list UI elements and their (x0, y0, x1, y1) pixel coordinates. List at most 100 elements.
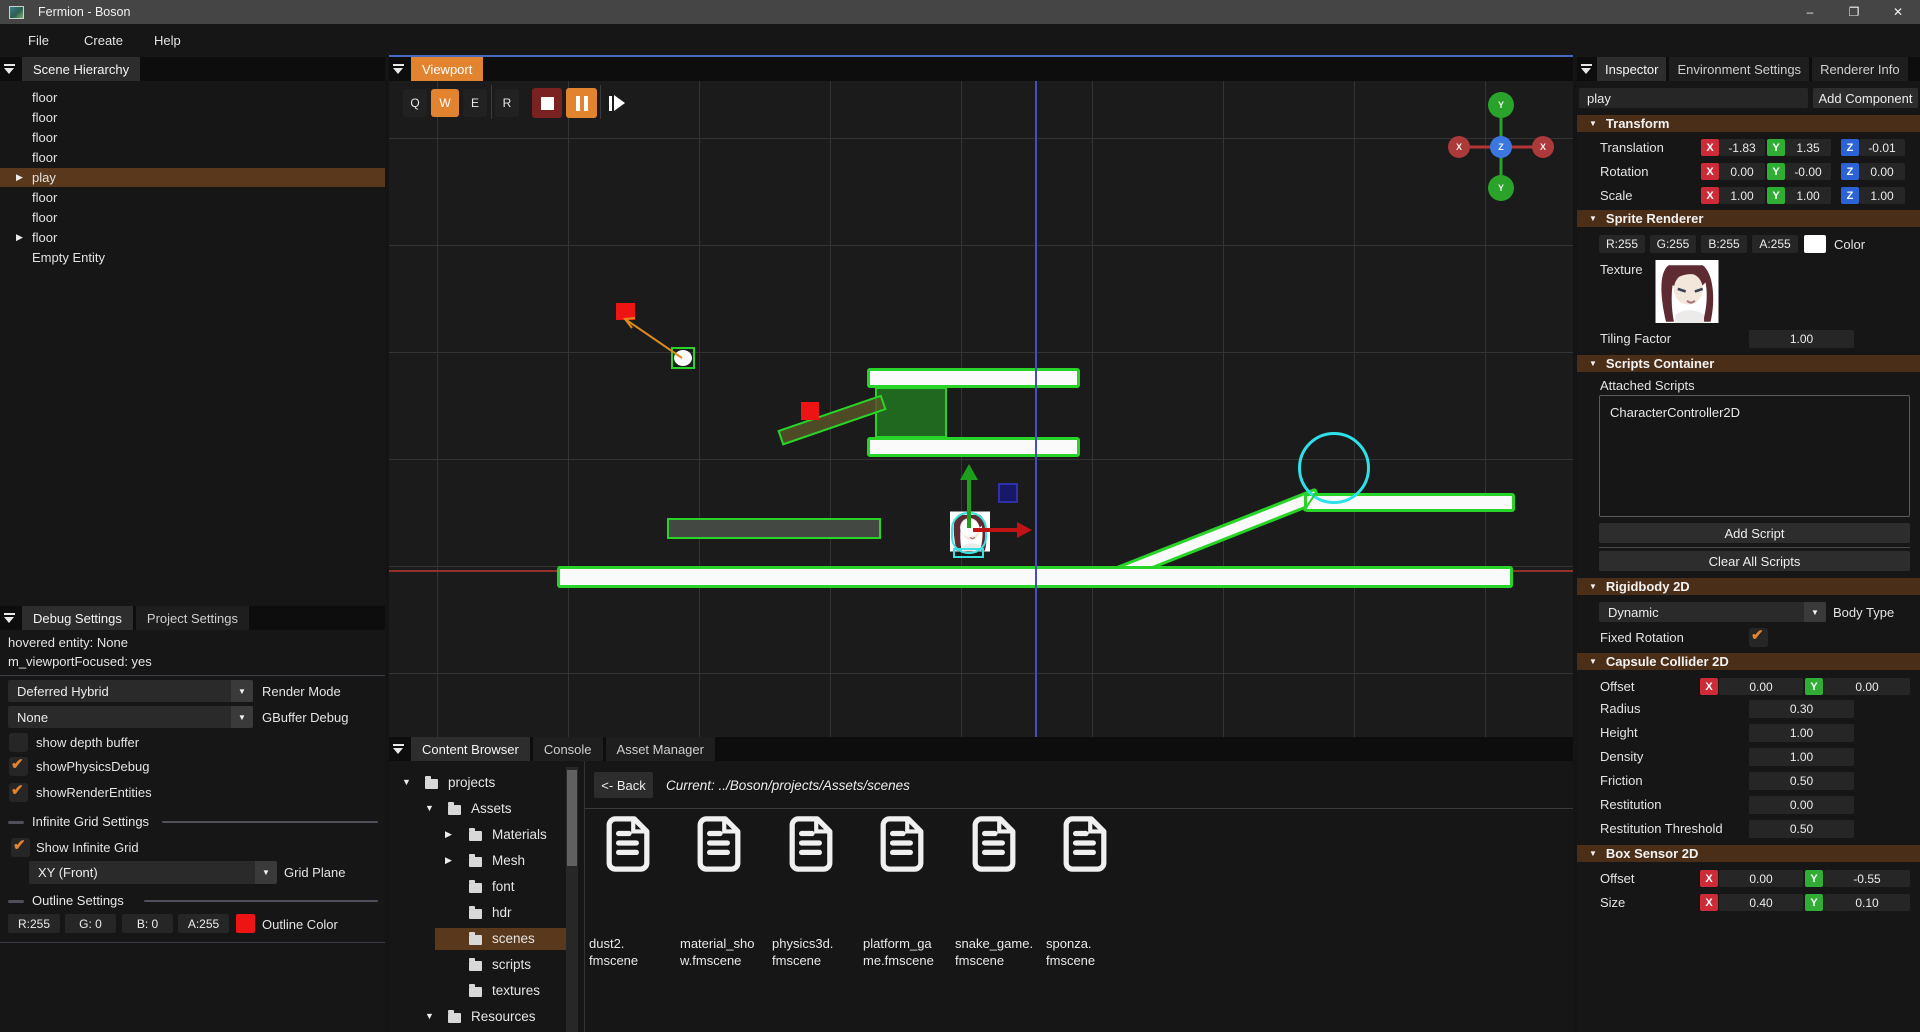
file-item[interactable]: snake_game.fmscene (954, 815, 1044, 878)
gizmo-y-positive[interactable]: Y (1488, 92, 1514, 118)
file-item[interactable]: dust2.fmscene (588, 815, 678, 878)
panel-collapse-icon[interactable] (389, 737, 407, 761)
capsule-collider-header[interactable]: ▼ Capsule Collider 2D (1577, 653, 1920, 670)
height-field[interactable]: 1.00 (1749, 724, 1854, 742)
tree-expanded-icon[interactable]: ▼ (425, 803, 434, 813)
panel-collapse-icon[interactable] (1577, 57, 1595, 81)
expand-arrow-icon[interactable]: ▶ (16, 232, 23, 243)
color-a-field[interactable]: A:255 (1752, 235, 1798, 253)
hierarchy-item[interactable]: floor (0, 188, 385, 207)
sensor-size-x-field[interactable]: 0.40 (1719, 894, 1803, 911)
menu-help[interactable]: Help (148, 24, 187, 57)
tab-renderer-info[interactable]: Renderer Info (1812, 57, 1908, 81)
file-item[interactable]: physics3d.fmscene (771, 815, 861, 878)
file-item[interactable]: sponza.fmscene (1045, 815, 1135, 878)
viewport-canvas[interactable]: Q W E R (389, 81, 1573, 737)
tree-collapsed-icon[interactable]: ▶ (445, 855, 452, 866)
tab-content-browser[interactable]: Content Browser (411, 737, 530, 761)
outline-g-field[interactable]: G: 0 (65, 914, 116, 933)
pause-button[interactable] (566, 88, 597, 118)
restitution-field[interactable]: 0.00 (1749, 796, 1854, 814)
capsule-offset-x-field[interactable]: 0.00 (1719, 678, 1803, 695)
stop-button[interactable] (532, 88, 562, 118)
entity-name-input[interactable]: play (1579, 88, 1808, 108)
box-sensor-header[interactable]: ▼ Box Sensor 2D (1577, 845, 1920, 862)
show-render-entities-checkbox[interactable]: ✔ (9, 783, 28, 802)
tree-collapsed-icon[interactable]: ▶ (445, 829, 452, 840)
step-button[interactable] (603, 88, 631, 118)
tab-environment-settings[interactable]: Environment Settings (1669, 57, 1809, 81)
grid-plane-dropdown[interactable]: XY (Front) ▼ (29, 861, 277, 884)
tool-r-button[interactable]: R (495, 89, 519, 117)
friction-field[interactable]: 0.50 (1749, 772, 1854, 790)
expand-arrow-icon[interactable]: ▶ (16, 172, 23, 183)
translation-x-field[interactable]: -1.83 (1719, 139, 1765, 156)
file-item[interactable]: material_show.fmscene (679, 815, 769, 878)
tree-expanded-icon[interactable]: ▼ (402, 777, 411, 787)
clear-all-scripts-button[interactable]: Clear All Scripts (1599, 551, 1910, 571)
hierarchy-item[interactable]: floor (0, 108, 385, 127)
menu-create[interactable]: Create (78, 24, 129, 57)
add-script-button[interactable]: Add Script (1599, 523, 1910, 543)
close-button[interactable]: ✕ (1876, 0, 1920, 24)
panel-collapse-icon[interactable] (0, 606, 18, 630)
rotation-y-field[interactable]: -0.00 (1785, 163, 1831, 180)
hierarchy-item[interactable]: floor (0, 208, 385, 227)
gizmo-x-negative[interactable]: X (1448, 136, 1470, 158)
body-type-dropdown[interactable]: Dynamic ▼ (1599, 602, 1826, 622)
tool-w-button-active[interactable]: W (431, 89, 459, 117)
tab-debug-settings[interactable]: Debug Settings (22, 606, 133, 630)
tiling-factor-field[interactable]: 1.00 (1749, 330, 1854, 348)
color-r-field[interactable]: R:255 (1599, 235, 1645, 253)
outline-b-field[interactable]: B: 0 (122, 914, 173, 933)
gizmo-y-negative[interactable]: Y (1488, 175, 1514, 201)
color-b-field[interactable]: B:255 (1701, 235, 1747, 253)
restitution-threshold-field[interactable]: 0.50 (1749, 820, 1854, 838)
hierarchy-item[interactable]: floor (0, 88, 385, 107)
sprite-color-swatch[interactable] (1804, 235, 1826, 253)
texture-preview[interactable] (1655, 260, 1719, 323)
radius-field[interactable]: 0.30 (1749, 700, 1854, 718)
color-g-field[interactable]: G:255 (1650, 235, 1696, 253)
outline-r-field[interactable]: R:255 (8, 914, 60, 933)
scripts-container-header[interactable]: ▼ Scripts Container (1577, 355, 1920, 372)
scale-x-field[interactable]: 1.00 (1719, 187, 1765, 204)
hierarchy-item[interactable]: floor (0, 148, 385, 167)
density-field[interactable]: 1.00 (1749, 748, 1854, 766)
sprite-renderer-header[interactable]: ▼ Sprite Renderer (1577, 210, 1920, 227)
file-item[interactable]: platform_game.fmscene (862, 815, 952, 878)
hierarchy-item[interactable]: floor (0, 128, 385, 147)
show-physics-debug-checkbox[interactable]: ✔ (9, 757, 28, 776)
tab-scene-hierarchy[interactable]: Scene Hierarchy (22, 57, 140, 81)
fixed-rotation-checkbox[interactable]: ✔ (1749, 628, 1768, 647)
outline-color-swatch[interactable] (236, 914, 255, 933)
tab-console[interactable]: Console (533, 737, 603, 761)
capsule-offset-y-field[interactable]: 0.00 (1824, 678, 1910, 695)
tab-project-settings[interactable]: Project Settings (136, 606, 249, 630)
sensor-offset-x-field[interactable]: 0.00 (1719, 870, 1803, 887)
scrollbar-thumb[interactable] (567, 770, 577, 866)
tool-e-button[interactable]: E (463, 89, 487, 117)
tab-viewport[interactable]: Viewport (411, 57, 483, 81)
scale-z-field[interactable]: 1.00 (1859, 187, 1905, 204)
sensor-offset-y-field[interactable]: -0.55 (1824, 870, 1910, 887)
add-component-button[interactable]: Add Component (1813, 88, 1918, 108)
minimize-button[interactable]: – (1788, 0, 1832, 24)
tool-q-button[interactable]: Q (403, 89, 427, 117)
rigidbody-header[interactable]: ▼ Rigidbody 2D (1577, 578, 1920, 595)
translation-z-field[interactable]: -0.01 (1859, 139, 1905, 156)
transform-header[interactable]: ▼ Transform (1577, 115, 1920, 132)
gizmo-x-positive[interactable]: X (1532, 136, 1554, 158)
render-mode-dropdown[interactable]: Deferred Hybrid ▼ (8, 680, 253, 702)
script-item[interactable]: CharacterController2D (1600, 396, 1909, 420)
translation-y-field[interactable]: 1.35 (1785, 139, 1831, 156)
hierarchy-item[interactable]: Empty Entity (0, 248, 385, 267)
gizmo-z-axis[interactable]: Z (1490, 136, 1512, 158)
show-depth-buffer-checkbox[interactable] (9, 733, 28, 752)
hierarchy-item[interactable]: ▶ floor (0, 228, 385, 247)
tree-expanded-icon[interactable]: ▼ (425, 1011, 434, 1021)
gbuffer-debug-dropdown[interactable]: None ▼ (8, 706, 253, 728)
tab-inspector[interactable]: Inspector (1597, 57, 1666, 81)
menu-file[interactable]: File (22, 24, 55, 57)
tab-asset-manager[interactable]: Asset Manager (606, 737, 715, 761)
